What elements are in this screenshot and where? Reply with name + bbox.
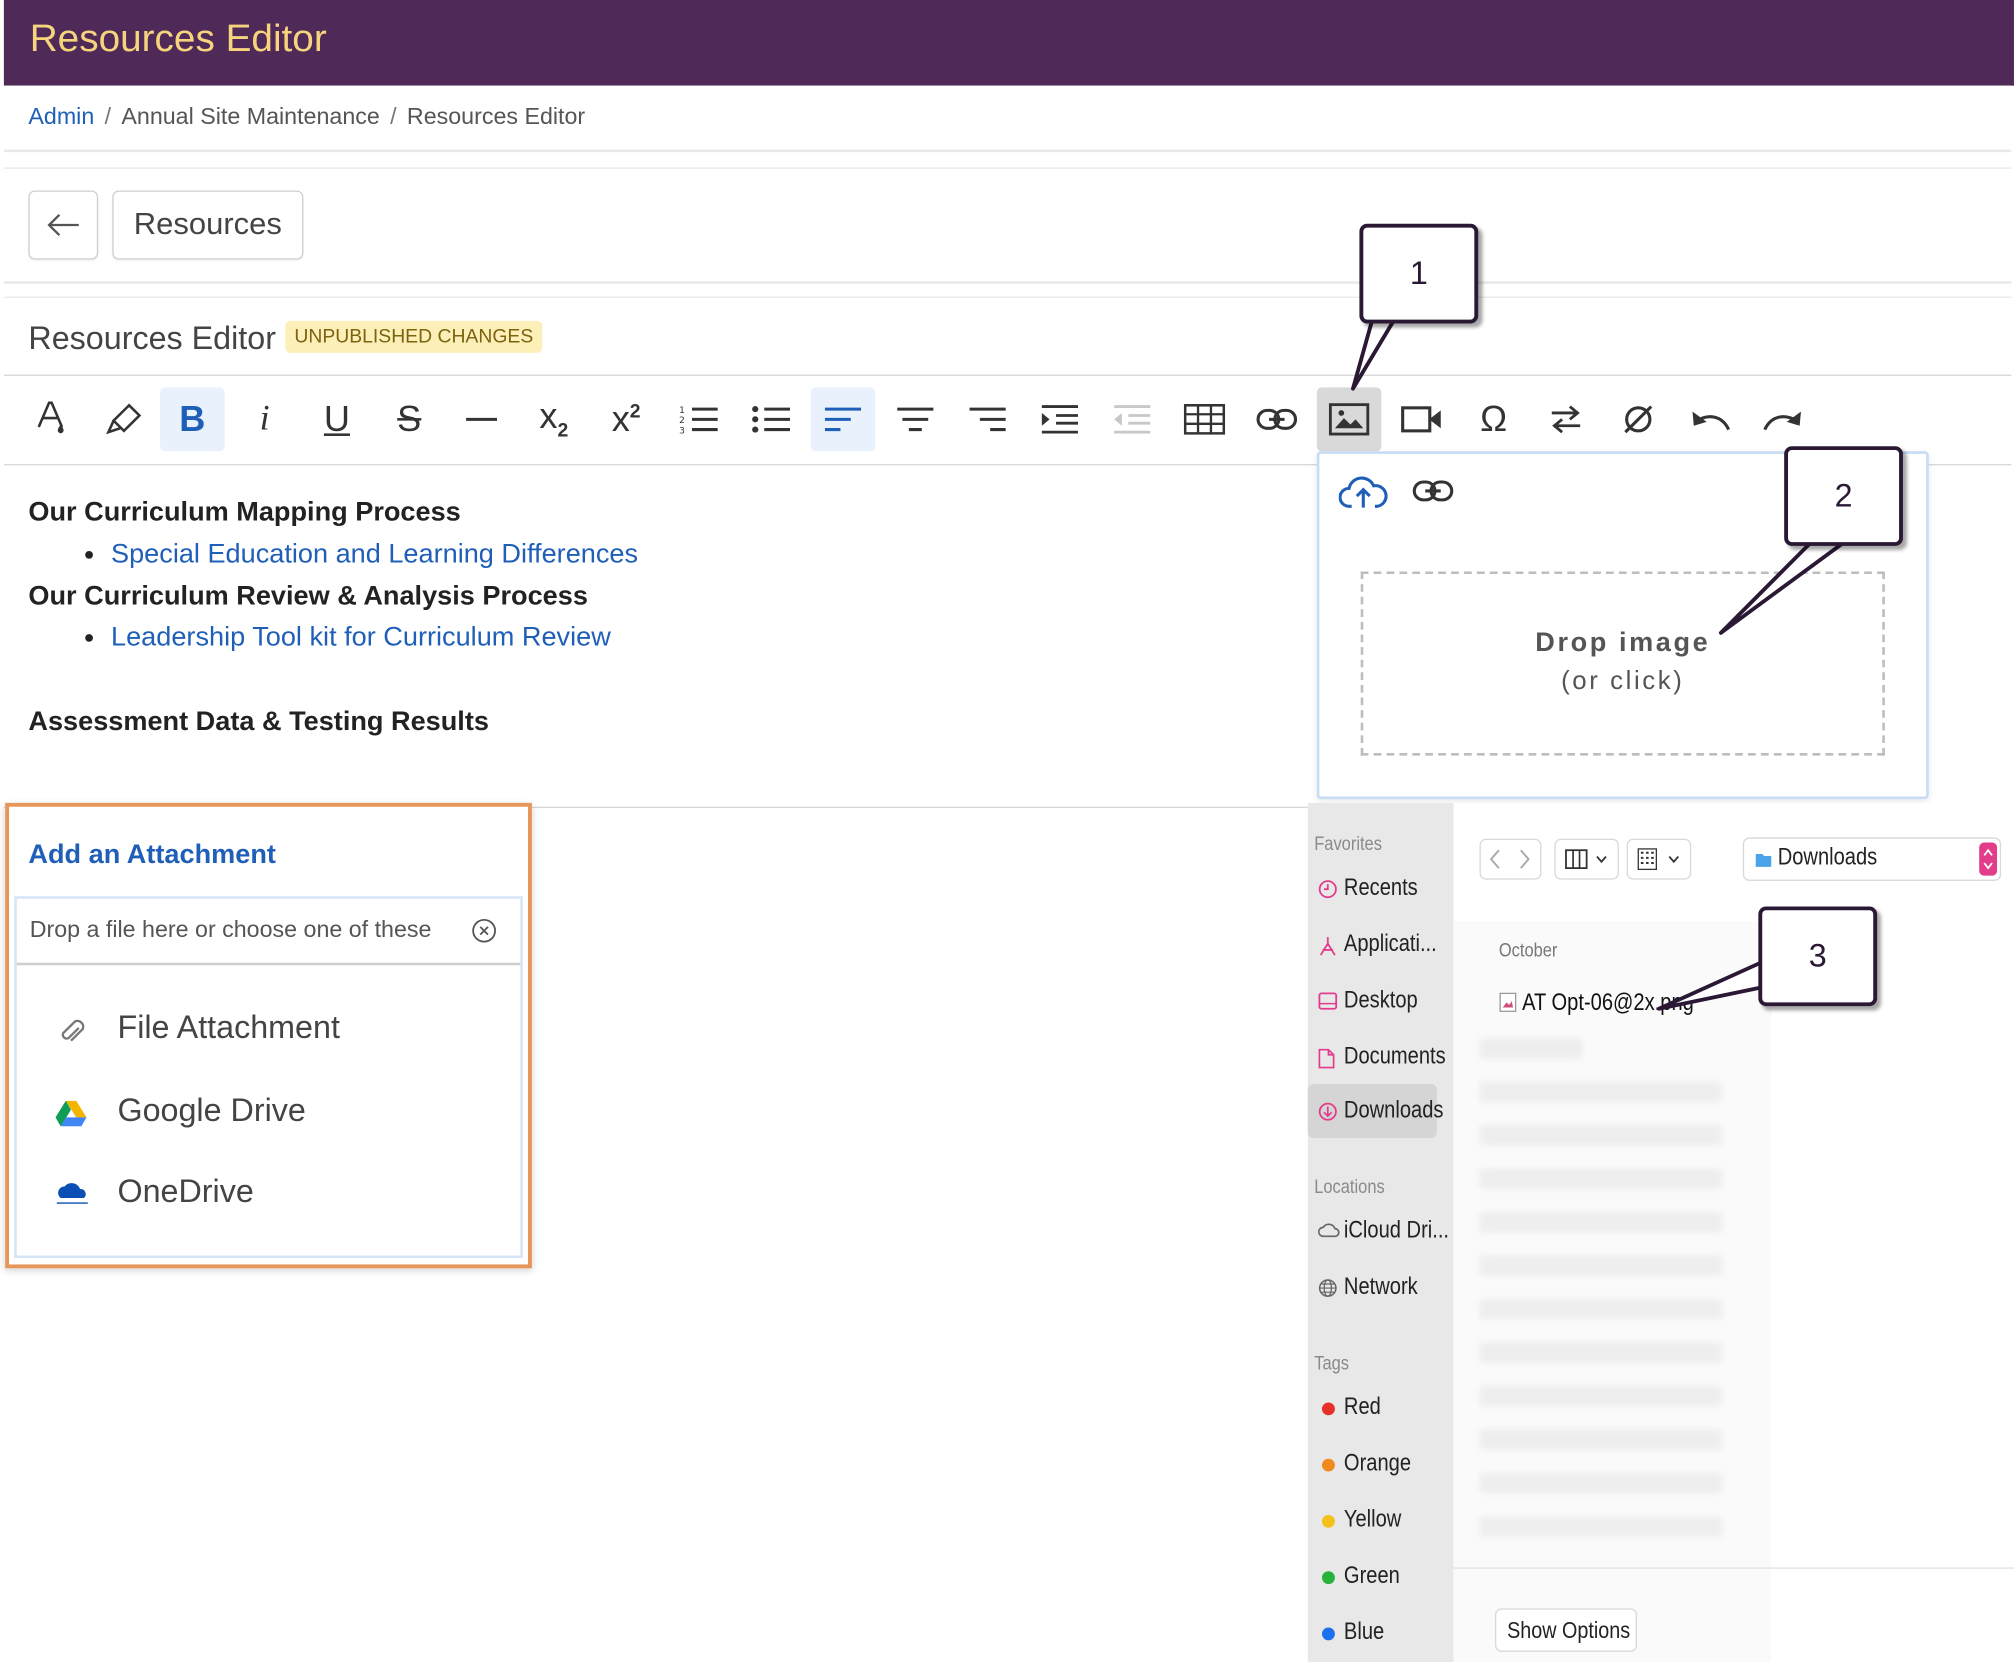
callout-1: 1 <box>1359 223 1479 324</box>
callout-2-pointer <box>1718 539 1848 635</box>
callout-1-pointer <box>1351 318 1396 391</box>
callout-3: 3 <box>1758 906 1878 1007</box>
callout-arrows <box>1351 318 1848 1011</box>
callout-3-pointer <box>1656 959 1765 1011</box>
callout-2: 2 <box>1784 446 1903 546</box>
